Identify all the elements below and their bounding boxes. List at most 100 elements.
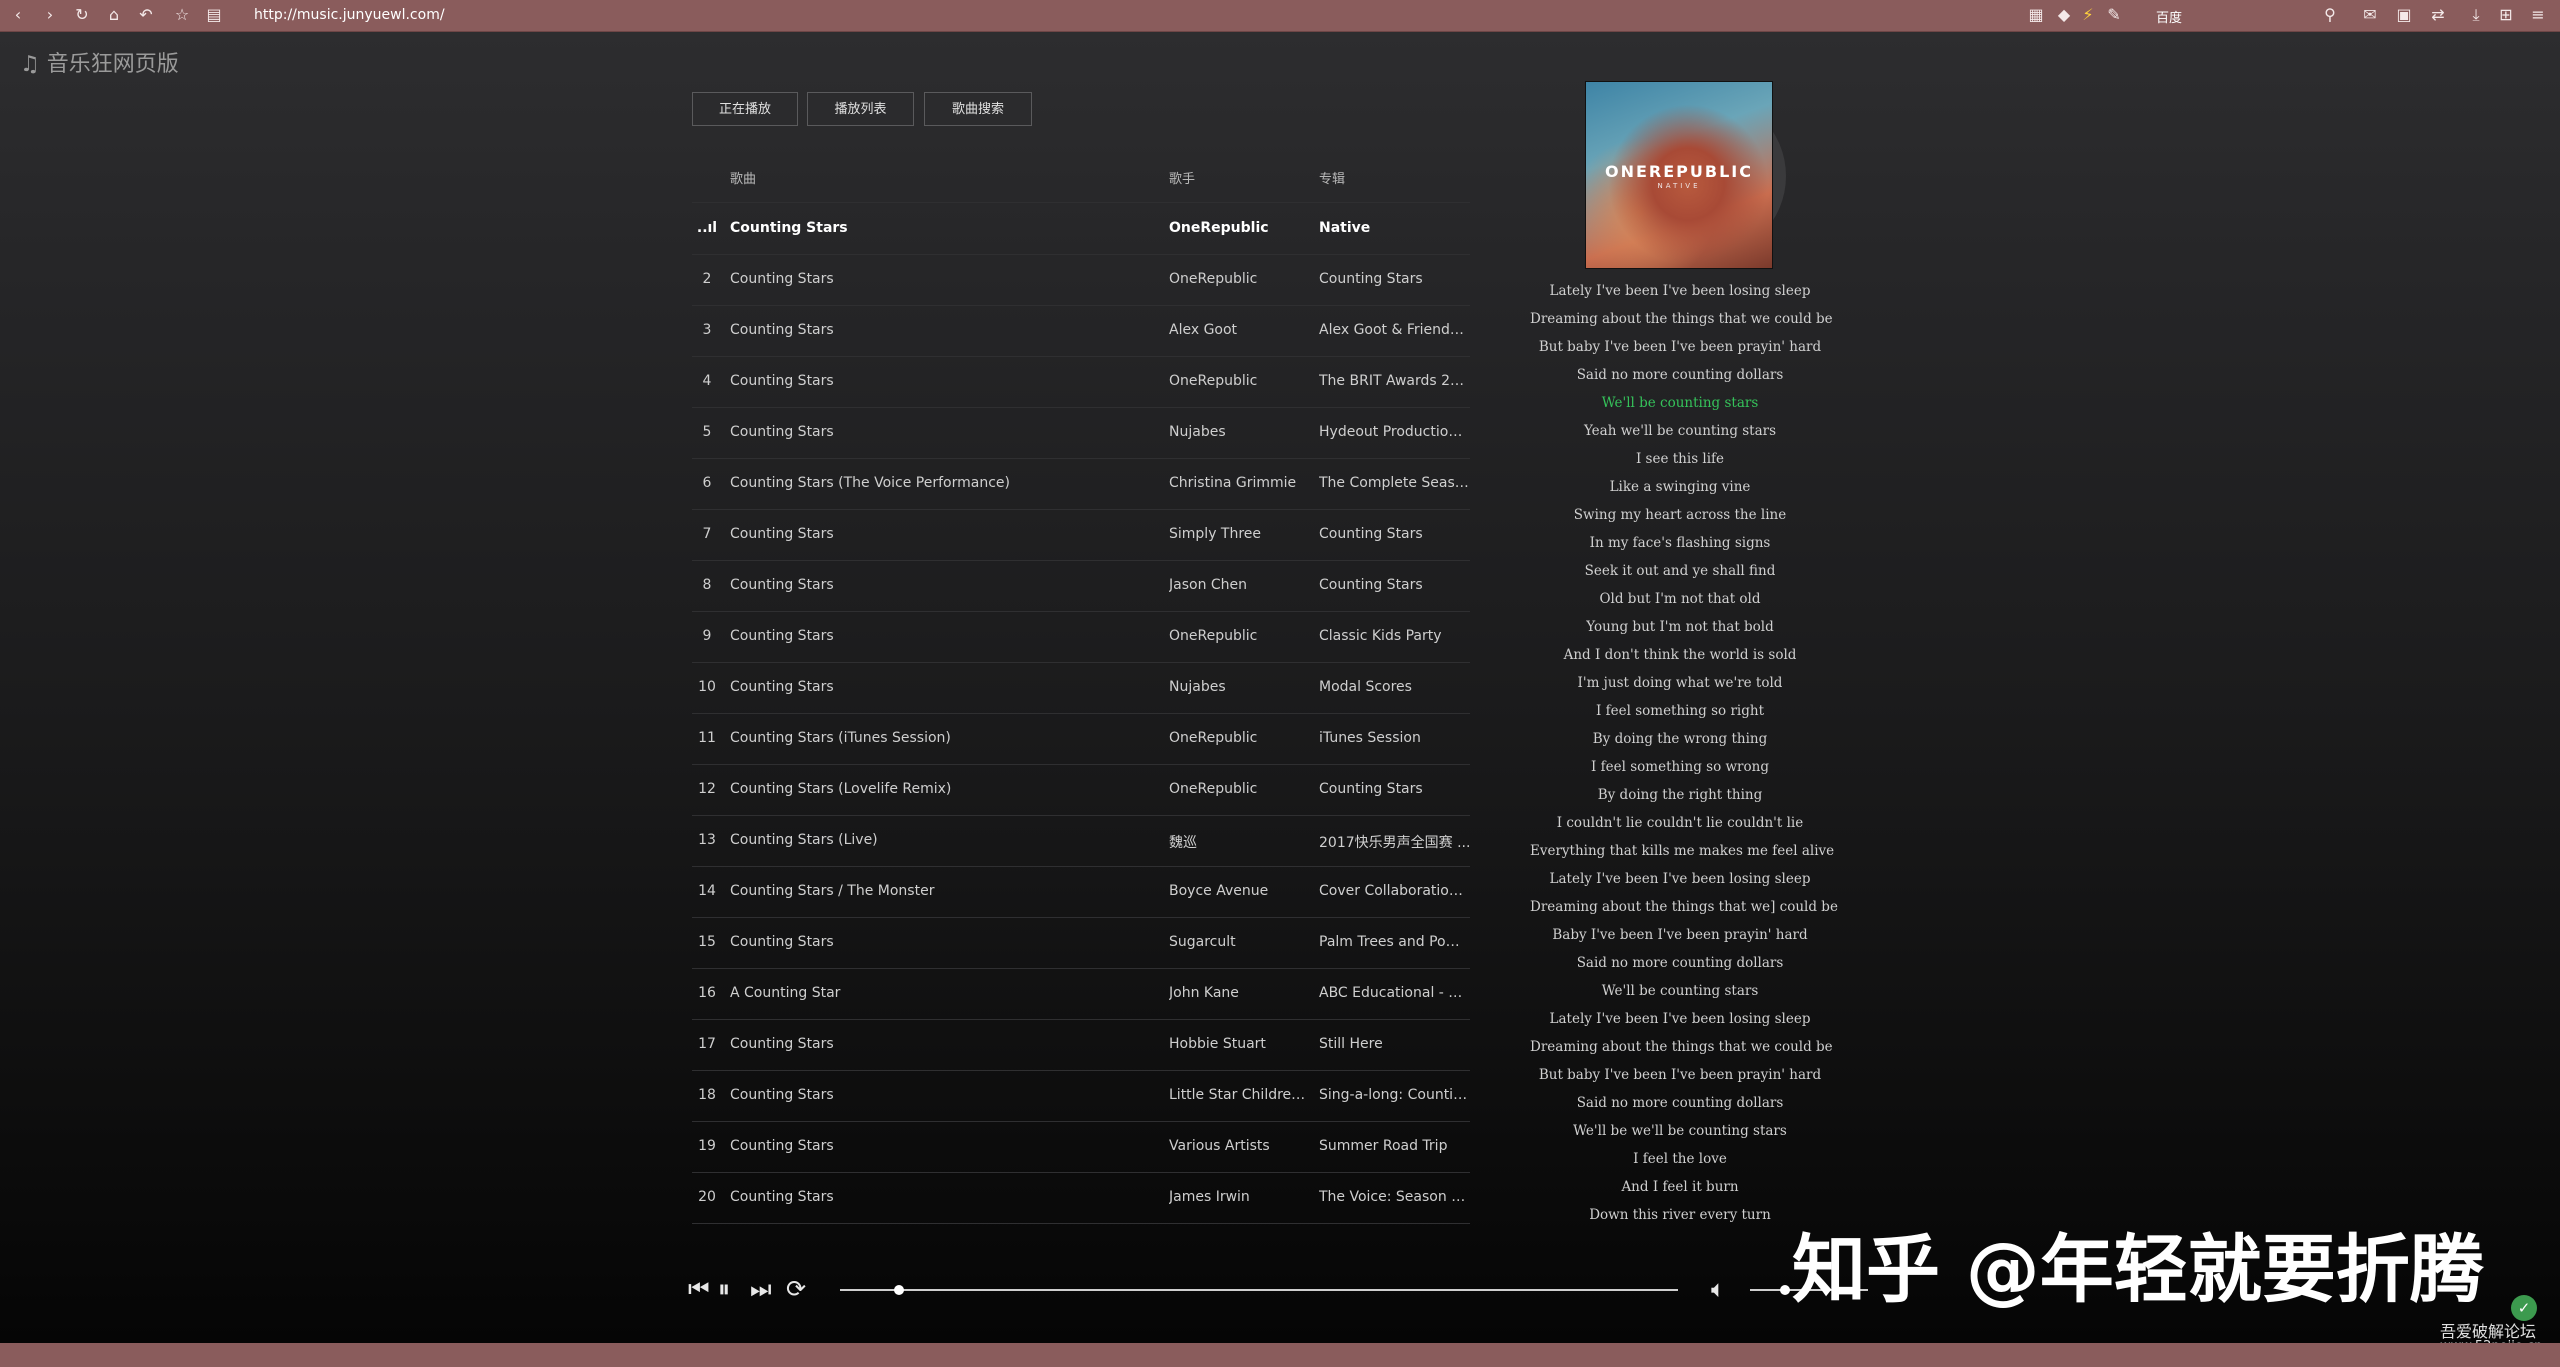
table-row[interactable]: ..ıl Counting Stars OneRepublic Native (692, 204, 1470, 255)
track-number: 13 (698, 832, 716, 848)
album-title: NATIVE (1657, 182, 1701, 190)
table-row[interactable]: 8 Counting Stars Jason Chen Counting Stars (692, 561, 1470, 612)
album-name: Palm Trees and Power... (1319, 934, 1471, 950)
progress-handle[interactable] (893, 1285, 904, 1295)
lyric-line-current: We'll be counting stars (1601, 395, 1759, 411)
table-row[interactable]: 10 Counting Stars Nujabes Modal Scores (692, 663, 1470, 714)
song-title: A Counting Star (730, 985, 841, 1001)
chat-icon[interactable]: ✉ (2360, 5, 2380, 25)
album-name: Counting Stars (1319, 577, 1423, 593)
track-number: 20 (698, 1189, 716, 1205)
track-number: 15 (698, 934, 716, 950)
repeat-icon[interactable]: ⟳ (786, 1276, 806, 1302)
artist-name: John Kane (1169, 985, 1239, 1001)
apps-icon[interactable]: ⊞ (2496, 5, 2516, 25)
table-row[interactable]: 18 Counting Stars Little Star Children Ch.… (692, 1071, 1471, 1122)
address-bar[interactable]: http://music.junyuewl.com/ (254, 7, 445, 23)
grid-icon[interactable]: ▦ (2026, 5, 2046, 25)
watermark-text: 知乎 @年轻就要折腾 (1792, 1227, 2484, 1313)
album-name: ABC Educational - Cou... (1319, 985, 1471, 1001)
lyric-line: Old but I'm not that old (1599, 591, 1761, 607)
table-row[interactable]: 13 Counting Stars (Live) 魏巡 2017快乐男声全国赛 ... (692, 816, 1470, 867)
browser-statusbar (0, 1343, 2560, 1367)
lyric-line: By doing the right thing (1597, 787, 1763, 803)
back-icon[interactable]: ‹ (8, 5, 28, 25)
extension-icon[interactable]: ◆ (2054, 5, 2074, 25)
track-number: 7 (702, 526, 712, 542)
star-icon[interactable]: ☆ (172, 5, 192, 25)
track-number: 5 (702, 424, 712, 440)
volume-handle[interactable] (1780, 1285, 1791, 1295)
search-icon[interactable]: ⚲ (2320, 5, 2340, 25)
table-row[interactable]: 15 Counting Stars Sugarcult Palm Trees and … (692, 918, 1471, 969)
forward-icon[interactable]: › (40, 5, 60, 25)
table-row[interactable]: 14 Counting Stars / The Monster Boyce Aven… (692, 867, 1471, 918)
table-row[interactable]: 2 Counting Stars OneRepublic Counting Stars (692, 255, 1470, 306)
song-title: Counting Stars (730, 628, 834, 644)
table-row[interactable]: 4 Counting Stars OneRepublic The BRIT Award… (692, 357, 1471, 408)
search-engine-label[interactable]: 百度 (2156, 7, 2182, 26)
song-title: Counting Stars (730, 424, 834, 440)
tab-playlist[interactable]: 播放列表 (807, 92, 914, 126)
volume-icon[interactable]: 🔈︎ (1711, 1276, 1725, 1302)
next-track-icon[interactable]: ⏭ (750, 1276, 772, 1302)
table-row[interactable]: 11 Counting Stars (iTunes Session) OneRepu… (692, 714, 1470, 765)
artist-name: Boyce Avenue (1169, 883, 1269, 899)
table-row[interactable]: 20 Counting Stars James Irwin The Voice: Se… (692, 1173, 1471, 1224)
column-header-artist: 歌手 (1169, 172, 1196, 187)
reader-icon[interactable]: ▤ (204, 5, 224, 25)
song-title: Counting Stars (730, 1189, 834, 1205)
track-number: 14 (698, 883, 716, 899)
table-row[interactable]: 6 Counting Stars (The Voice Performance) C… (692, 459, 1471, 510)
lyric-line: I feel something so wrong (1591, 759, 1769, 775)
prev-track-icon[interactable]: ⏮ (688, 1276, 710, 1302)
album-name: 2017快乐男声全国赛 ... (1319, 835, 1471, 851)
album-name: Still Here (1319, 1036, 1383, 1052)
table-row[interactable]: 19 Counting Stars Various Artists Summer Ro… (692, 1122, 1470, 1173)
song-title: Counting Stars / The Monster (730, 883, 935, 899)
artist-name: Alex Goot (1169, 322, 1238, 338)
screenshot-icon[interactable]: ▣ (2394, 5, 2414, 25)
album-name: Counting Stars (1319, 271, 1423, 287)
app-title: ♫ 音乐狂网页版 (20, 52, 179, 77)
lyric-line: I'm just doing what we're told (1577, 675, 1783, 691)
translate-icon[interactable]: ⇄ (2428, 5, 2448, 25)
lyric-line: By doing the wrong thing (1592, 731, 1768, 747)
tools-icon[interactable]: ✎ (2104, 5, 2124, 25)
album-name: Classic Kids Party (1319, 628, 1442, 644)
album-name: Alex Goot & Friends, ... (1319, 322, 1471, 338)
lyric-line: I couldn't lie couldn't lie couldn't lie (1556, 815, 1804, 831)
song-title: Counting Stars (730, 220, 848, 236)
song-title: Counting Stars (730, 1036, 834, 1052)
download-icon[interactable]: ⤓ (2466, 5, 2486, 25)
home-icon[interactable]: ⌂ (104, 5, 124, 25)
tab-song-search[interactable]: 歌曲搜索 (924, 92, 1032, 126)
lyric-line: But baby I've been I've been prayin' har… (1538, 339, 1822, 355)
lyric-line: Dreaming about the things that we could … (1530, 311, 1833, 327)
menu-icon[interactable]: ≡ (2528, 5, 2548, 25)
table-row[interactable]: 17 Counting Stars Hobbie Stuart Still Here (692, 1020, 1470, 1071)
artist-name: Nujabes (1169, 424, 1226, 440)
album-cover: ONEREPUBLIC NATIVE (1586, 82, 1772, 268)
album-name: Native (1319, 220, 1371, 236)
table-row[interactable]: 16 A Counting Star John Kane ABC Educationa… (692, 969, 1471, 1020)
table-row[interactable]: 12 Counting Stars (Lovelife Remix) OneRepu… (692, 765, 1470, 816)
tab-now-playing[interactable]: 正在播放 (692, 92, 798, 126)
artist-name: Little Star Children Ch... (1169, 1087, 1314, 1103)
undo-icon[interactable]: ↶ (136, 5, 156, 25)
artist-name: Sugarcult (1169, 934, 1236, 950)
lyric-line: Down this river every turn (1589, 1207, 1771, 1223)
table-row[interactable]: 5 Counting Stars Nujabes Hydeout Production… (692, 408, 1471, 459)
lightning-icon[interactable]: ⚡ (2078, 5, 2098, 25)
artist-name: Jason Chen (1169, 577, 1248, 593)
lyric-line: Dreaming about the things that we] could… (1530, 899, 1838, 915)
table-row[interactable]: 7 Counting Stars Simply Three Counting Star… (692, 510, 1470, 561)
album-name: The Voice: Season 5 E... (1319, 1189, 1471, 1205)
table-row[interactable]: 9 Counting Stars OneRepublic Classic Kids P… (692, 612, 1470, 663)
pause-icon[interactable]: ⏸ (718, 1276, 730, 1302)
progress-bar[interactable] (840, 1289, 1678, 1291)
track-number: 6 (702, 475, 712, 491)
reload-icon[interactable]: ↻ (72, 5, 92, 25)
table-row[interactable]: 3 Counting Stars Alex Goot Alex Goot & Frie… (692, 306, 1471, 357)
track-number: 3 (702, 322, 712, 338)
